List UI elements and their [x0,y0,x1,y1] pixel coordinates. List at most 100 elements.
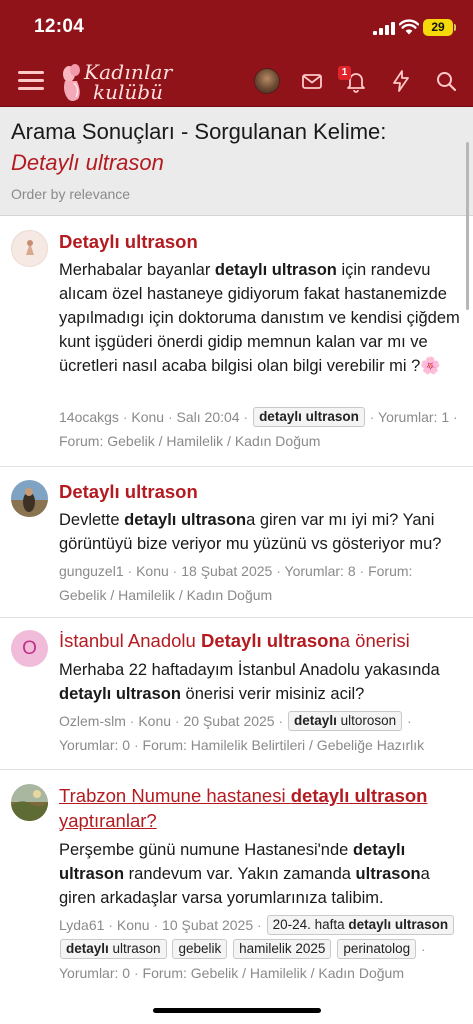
cherry-blossom-emoji: 🌸 [420,357,441,375]
result-snippet[interactable]: Merhabalar bayanlar detaylı ultrason içi… [59,258,465,378]
result-author-avatar[interactable] [11,480,48,517]
snippet-highlight: detaylı ultrason [59,685,181,703]
tag-text: 20-24. hafta [272,917,349,932]
search-icon[interactable] [434,69,458,93]
result-tag[interactable]: gebelik [172,939,228,959]
snippet-highlight: detaylı ultrason [214,261,337,279]
result-tag[interactable]: detaylı ultrason [253,407,365,427]
comments-count: 0 [122,965,131,981]
result-type: Konu [116,917,150,933]
result-type: Konu [131,409,165,425]
result-tag[interactable]: detaylı ultoroson [288,711,403,731]
result-snippet[interactable]: Perşembe günü numune Hastanesi'nde detay… [59,838,465,910]
forum-label: Forum: [142,965,187,981]
tag-text: ultoroson [336,713,397,728]
tag-text: ultrason [108,941,161,956]
comments-label: Yorumlar: [59,965,119,981]
result-tag[interactable]: 20-24. hafta detaylı ultrason [266,915,455,935]
avatar-illustration-icon [12,231,47,266]
notification-badge: 1 [338,66,351,80]
comments-count: 0 [122,737,131,753]
result-type: Konu [138,713,172,729]
menu-icon[interactable] [18,70,44,92]
comments-count: 8 [347,563,356,579]
status-time: 12:04 [34,16,85,37]
page-title: Arama Sonuçları - Sorgulanan Kelime: [11,119,387,144]
avatar-photo-icon [11,480,48,517]
title-text: İstanbul Anadolu [59,630,201,651]
wifi-icon [399,19,419,35]
forum-label: Forum: [368,563,413,579]
snippet-text: Devlette [59,511,125,529]
battery-tip [454,24,456,31]
comments-count: 1 [441,409,450,425]
user-avatar[interactable] [254,68,280,94]
battery-indicator: 29 [423,19,453,36]
result-author[interactable]: 14ocakgs [59,409,119,425]
order-by-relevance[interactable]: Order by relevance [11,186,130,202]
title-text: a önerisi [339,630,410,651]
result-tag[interactable]: perinatolog [337,939,417,959]
tag-label: detaylı ultrason [259,409,359,424]
status-bar: 12:04 29 [0,0,473,56]
forum-link[interactable]: Gebelik / Hamilelik / Kadın Doğum [107,433,320,449]
snippet-text: randevum var. Yakın zamanda [124,865,356,883]
title-highlight: Detaylı ultrason [200,630,340,651]
title-highlight: detaylı ultrason [290,785,428,806]
result-type: Konu [136,563,169,579]
search-result: O İstanbul Anadolu Detaylı ultrasona öne… [0,618,473,770]
app-header: Kadınlar kulübü 1 [0,56,473,107]
result-tag[interactable]: detaylı ultrason [60,939,167,959]
avatar-landscape-icon [11,784,48,821]
logo-text-line2: kulübü [93,80,163,104]
result-title[interactable]: Detaylı ultrason [59,229,461,254]
result-author-avatar[interactable] [11,784,48,821]
result-author-avatar[interactable]: O [11,630,48,667]
result-author-avatar[interactable] [11,230,48,267]
comments-label: Yorumlar: [284,563,344,579]
snippet-highlight: ultrason [355,865,421,883]
home-indicator[interactable] [153,1008,321,1013]
result-date: Salı 20:04 [176,409,240,425]
forum-label: Forum: [59,433,104,449]
tag-highlight: detaylı [66,941,109,956]
forum-label: Forum: [142,737,187,753]
search-result: Detaylı ultrason Devlette detaylı ultras… [0,467,473,618]
tag-highlight: detaylı [294,713,337,728]
result-snippet[interactable]: Merhaba 22 haftadayım İstanbul Anadolu y… [59,658,465,706]
result-meta: Lyda61 · Konu · 10 Şubat 2025 · 20-24. h… [59,913,463,985]
result-date: 20 Şubat 2025 [183,713,275,729]
comments-label: Yorumlar: [378,409,438,425]
forum-link[interactable]: Gebelik / Hamilelik / Kadın Doğum [191,965,404,981]
tag-highlight: detaylı ultrason [348,917,449,932]
result-title[interactable]: İstanbul Anadolu Detaylı ultrasona öneri… [59,628,461,653]
result-meta: 14ocakgs · Konu · Salı 20:04 · detaylı u… [59,407,458,449]
mail-icon[interactable] [300,69,324,93]
title-text: yaptıranlar? [59,810,157,831]
forum-link[interactable]: Gebelik / Hamilelik / Kadın Doğum [59,587,272,603]
comments-label: Yorumlar: [59,737,119,753]
result-date: 18 Şubat 2025 [181,563,273,579]
snippet-text: Perşembe günü numune Hastanesi'nde [59,841,353,859]
snippet-text: önerisi verir misiniz acil? [180,685,365,703]
snippet-text: Merhaba 22 haftadayım İstanbul Anadolu y… [59,661,440,679]
cellular-signal-icon [373,22,395,35]
lightning-icon[interactable] [389,69,413,93]
result-snippet[interactable]: Devlette detaylı ultrasona giren var mı … [59,508,465,556]
site-logo[interactable]: Kadınlar kulübü [60,59,178,105]
search-query: Detaylı ultrason [11,150,164,175]
result-date: 10 Şubat 2025 [162,917,254,933]
result-tag[interactable]: hamilelik 2025 [233,939,332,959]
result-author[interactable]: Ozlem-slm [59,713,126,729]
result-title[interactable]: Trabzon Numune hastanesi detaylı ultraso… [59,783,461,833]
result-author[interactable]: Lyda61 [59,917,104,933]
snippet-highlight: detaylı ultrason [124,511,247,529]
snippet-text: Merhabalar bayanlar [59,261,215,279]
search-result: Trabzon Numune hastanesi detaylı ultraso… [0,770,473,1020]
result-meta: gunguzel1 · Konu · 18 Şubat 2025 · Yorum… [59,563,413,603]
result-author[interactable]: gunguzel1 [59,563,124,579]
forum-link[interactable]: Hamilelik Belirtileri / Gebeliğe Hazırlı… [191,737,424,753]
result-title[interactable]: Detaylı ultrason [59,479,461,504]
result-meta: Ozlem-slm · Konu · 20 Şubat 2025 · detay… [59,711,425,753]
search-result: Detaylı ultrason Merhabalar bayanlar det… [0,216,473,467]
